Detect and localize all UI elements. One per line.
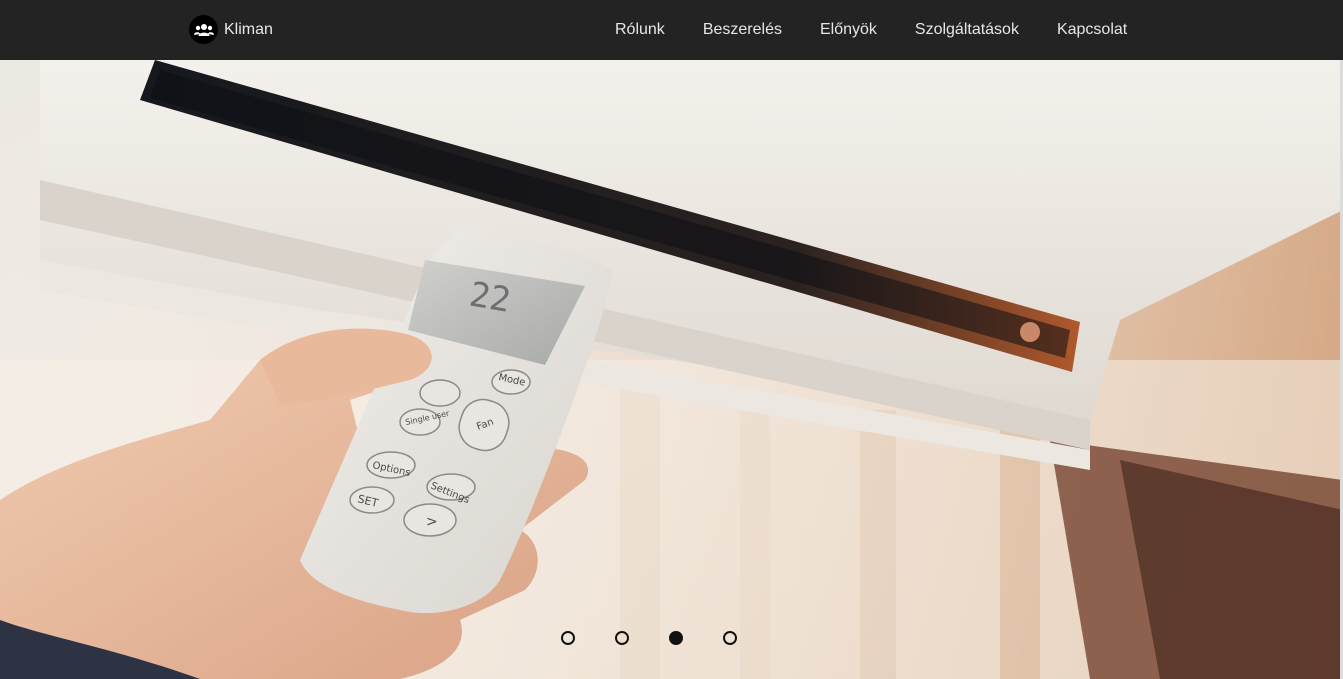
- nav-link-rolunk[interactable]: Rólunk: [615, 21, 665, 39]
- nav-link-kapcsolat[interactable]: Kapcsolat: [1057, 21, 1127, 39]
- carousel-dot-3[interactable]: [669, 631, 683, 645]
- users-icon: [189, 15, 218, 44]
- carousel-indicators: [561, 631, 737, 645]
- top-navbar: Kliman Rólunk Beszerelés Előnyök Szolgál…: [0, 0, 1343, 60]
- carousel-dot-1[interactable]: [561, 631, 575, 645]
- nav-link-beszereles[interactable]: Beszerelés: [703, 21, 782, 39]
- brand-name: Kliman: [224, 20, 273, 38]
- hero-slide-image: 22 Mode Single user Fan Options Settings…: [0, 60, 1343, 679]
- air-conditioner-remote-photo: 22 Mode Single user Fan Options Settings…: [0, 60, 1343, 679]
- nav-link-szolgaltatasok[interactable]: Szolgáltatások: [915, 21, 1019, 39]
- carousel-dot-2[interactable]: [615, 631, 629, 645]
- remote-next-label: >: [426, 514, 438, 530]
- main-nav: Rólunk Beszerelés Előnyök Szolgáltatások…: [615, 0, 1127, 60]
- remote-display: 22: [466, 274, 513, 321]
- carousel-dot-4[interactable]: [723, 631, 737, 645]
- brand-logo-link[interactable]: Kliman: [189, 15, 273, 44]
- nav-link-elonyok[interactable]: Előnyök: [820, 21, 877, 39]
